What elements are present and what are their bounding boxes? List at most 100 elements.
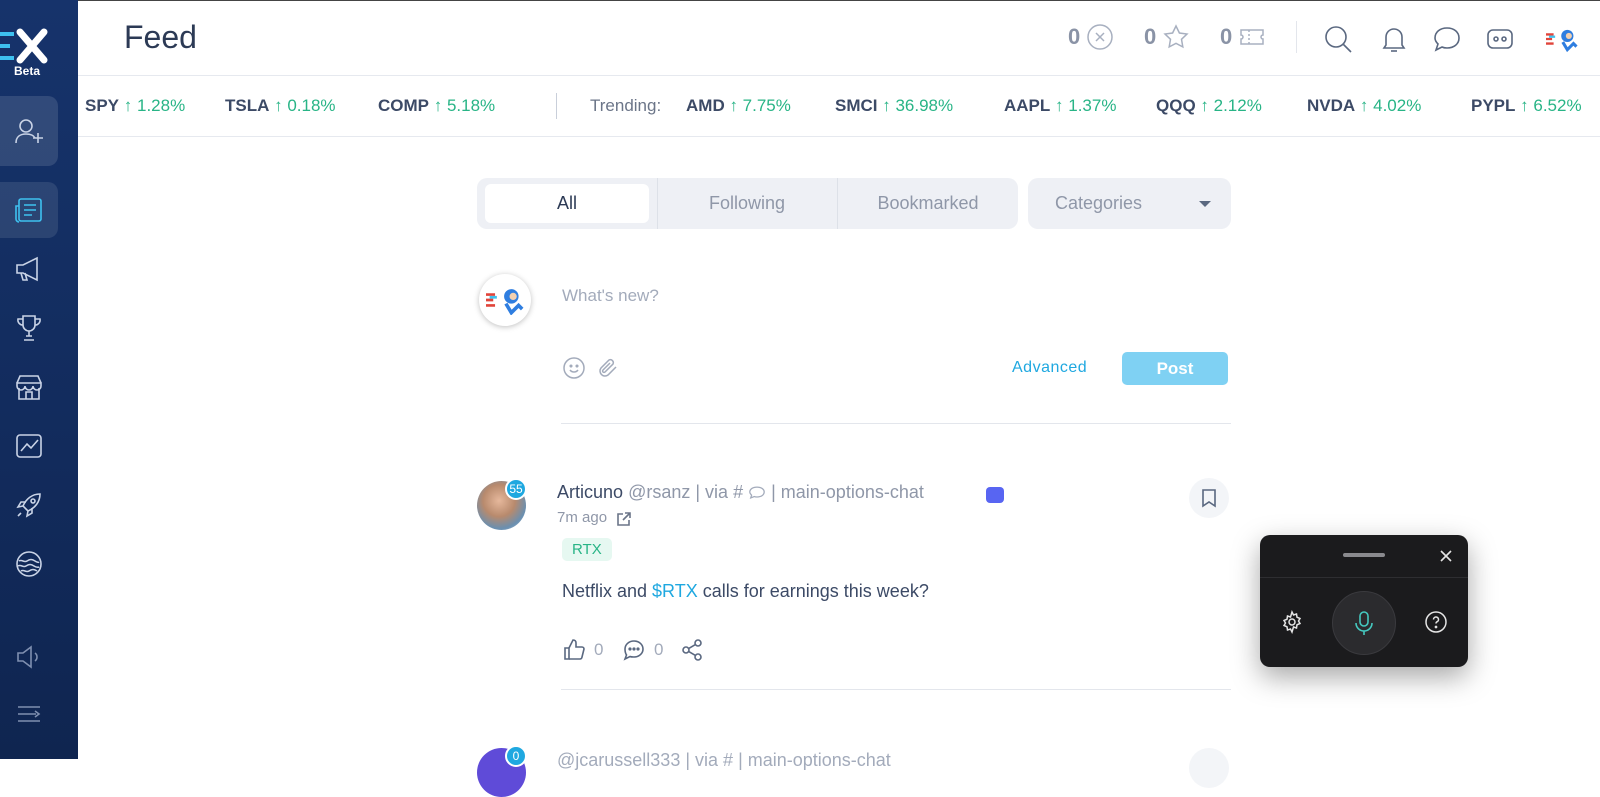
- app-logo[interactable]: Beta: [0, 26, 60, 82]
- star-counter[interactable]: 0: [1144, 23, 1190, 51]
- bell-icon: [1382, 28, 1406, 52]
- post-text-start: Netflix and: [562, 581, 653, 601]
- ticker-change: ↑ 0.18%: [274, 96, 336, 115]
- ticker-change: ↑ 2.12%: [1200, 96, 1262, 115]
- ticker-item[interactable]: TSLA ↑ 0.18%: [225, 96, 336, 116]
- sidebar-item-flow[interactable]: [0, 536, 58, 592]
- user-avatar[interactable]: [1546, 23, 1588, 55]
- bookmark-button[interactable]: [1189, 478, 1229, 518]
- composer-avatar: [479, 274, 531, 326]
- add-user-icon: [15, 119, 43, 144]
- post-channel[interactable]: | main-options-chat: [738, 750, 891, 770]
- author-handle[interactable]: @rsanz: [628, 482, 690, 502]
- trending-item[interactable]: AMD ↑ 7.75%: [686, 96, 791, 116]
- ticker-divider: [556, 93, 557, 119]
- trending-item[interactable]: NVDA ↑ 4.02%: [1307, 96, 1421, 116]
- thumbs-up-icon: [564, 639, 585, 660]
- trending-item[interactable]: AAPL ↑ 1.37%: [1004, 96, 1116, 116]
- header-divider: [1296, 21, 1297, 53]
- advanced-link[interactable]: Advanced: [1012, 359, 1087, 377]
- ticker-symbol: SPY: [85, 96, 120, 115]
- post-timestamp: 7m ago: [557, 509, 608, 526]
- microphone-button[interactable]: [1332, 591, 1396, 655]
- discord-icon: [1487, 29, 1513, 49]
- sidebar-item-invite-user[interactable]: [0, 96, 58, 166]
- coin-count: 0: [1068, 24, 1081, 49]
- post-button[interactable]: Post: [1122, 352, 1228, 385]
- avatar-mascot-icon: [1546, 29, 1578, 53]
- author-name[interactable]: Articuno: [557, 482, 623, 502]
- post-author-line: Articuno @rsanz | via # | main-options-c…: [557, 482, 924, 503]
- sidebar-item-sound[interactable]: [0, 629, 58, 685]
- close-button[interactable]: [1435, 545, 1457, 567]
- beta-label: Beta: [14, 64, 41, 78]
- sidebar-item-leaderboard[interactable]: [0, 300, 58, 356]
- ticket-icon: [1240, 29, 1264, 45]
- cashtag-link[interactable]: $RTX: [652, 581, 698, 601]
- ticker-symbol: AAPL: [1004, 96, 1051, 115]
- post-divider: [561, 689, 1231, 690]
- star-icon: [1163, 24, 1189, 49]
- widget-titlebar[interactable]: [1260, 535, 1468, 578]
- post-channel[interactable]: | main-options-chat: [771, 482, 924, 502]
- microphone-icon: [1355, 611, 1373, 635]
- ticker-item[interactable]: COMP ↑ 5.18%: [378, 96, 495, 116]
- bookmark-button[interactable]: [1189, 748, 1229, 788]
- ticker-symbol: AMD: [686, 96, 725, 115]
- trending-item[interactable]: SMCI ↑ 36.98%: [835, 96, 953, 116]
- x-coin-icon: [1087, 24, 1113, 50]
- composer-divider: [561, 423, 1231, 424]
- share-button[interactable]: [680, 638, 704, 662]
- ticker-change: ↑ 6.52%: [1520, 96, 1582, 115]
- comment-icon: [623, 640, 644, 661]
- sidebar-item-feed[interactable]: [0, 182, 58, 238]
- sidebar-item-collapse[interactable]: [0, 686, 58, 742]
- sidebar-item-charts[interactable]: [0, 418, 58, 474]
- settings-button[interactable]: [1280, 609, 1304, 635]
- tab-bookmarked[interactable]: Bookmarked: [838, 184, 1018, 223]
- emoji-button[interactable]: [562, 356, 586, 380]
- stock-ticker: SPY ↑ 1.28% TSLA ↑ 0.18% COMP ↑ 5.18% Tr…: [78, 77, 1600, 137]
- drag-handle[interactable]: [1343, 553, 1385, 557]
- comment-button[interactable]: 0: [622, 638, 663, 662]
- ticker-change: ↑ 36.98%: [882, 96, 954, 115]
- like-count: 0: [594, 640, 604, 659]
- sidebar-item-marketplace[interactable]: [0, 359, 58, 415]
- attach-button[interactable]: [596, 356, 620, 380]
- ticket-counter[interactable]: 0: [1220, 23, 1266, 51]
- coin-counter[interactable]: 0: [1068, 23, 1114, 51]
- sidebar: Beta: [0, 0, 78, 759]
- close-icon: [1440, 550, 1452, 562]
- ticker-item[interactable]: SPY ↑ 1.28%: [85, 96, 185, 116]
- ticker-change: ↑ 1.28%: [123, 96, 186, 115]
- voice-input-widget: [1260, 535, 1468, 667]
- trending-item[interactable]: QQQ ↑ 2.12%: [1156, 96, 1262, 116]
- store-icon: [16, 375, 42, 400]
- author-level-badge: 0: [505, 745, 527, 767]
- tab-all[interactable]: All: [485, 184, 649, 223]
- ticker-tag[interactable]: RTX: [562, 538, 612, 561]
- open-post-button[interactable]: [616, 511, 632, 527]
- search-button[interactable]: [1322, 23, 1354, 55]
- post-body: Netflix and $RTX calls for earnings this…: [562, 581, 929, 602]
- notifications-button[interactable]: [1378, 23, 1410, 55]
- help-button[interactable]: [1424, 610, 1448, 634]
- author-handle[interactable]: @jcarussell333: [557, 750, 680, 770]
- post-via: | via #: [685, 750, 734, 770]
- help-icon: [1425, 611, 1447, 633]
- like-button[interactable]: 0: [562, 638, 603, 662]
- composer-input[interactable]: [562, 286, 1162, 306]
- discord-button[interactable]: [1484, 23, 1516, 55]
- ticker-symbol: TSLA: [225, 96, 270, 115]
- sidebar-item-announcements[interactable]: [0, 241, 58, 297]
- paperclip-icon: [599, 358, 617, 377]
- tab-following[interactable]: Following: [658, 184, 836, 223]
- ticker-change: ↑ 7.75%: [729, 96, 791, 115]
- external-link-icon: [617, 512, 631, 526]
- messages-button[interactable]: [1431, 23, 1463, 55]
- sidebar-item-launch[interactable]: [0, 477, 58, 533]
- trending-item[interactable]: PYPL ↑ 6.52%: [1471, 96, 1582, 116]
- categories-dropdown[interactable]: Categories: [1028, 178, 1231, 229]
- trophy-icon: [17, 315, 41, 341]
- collapse-menu-icon: [18, 706, 41, 722]
